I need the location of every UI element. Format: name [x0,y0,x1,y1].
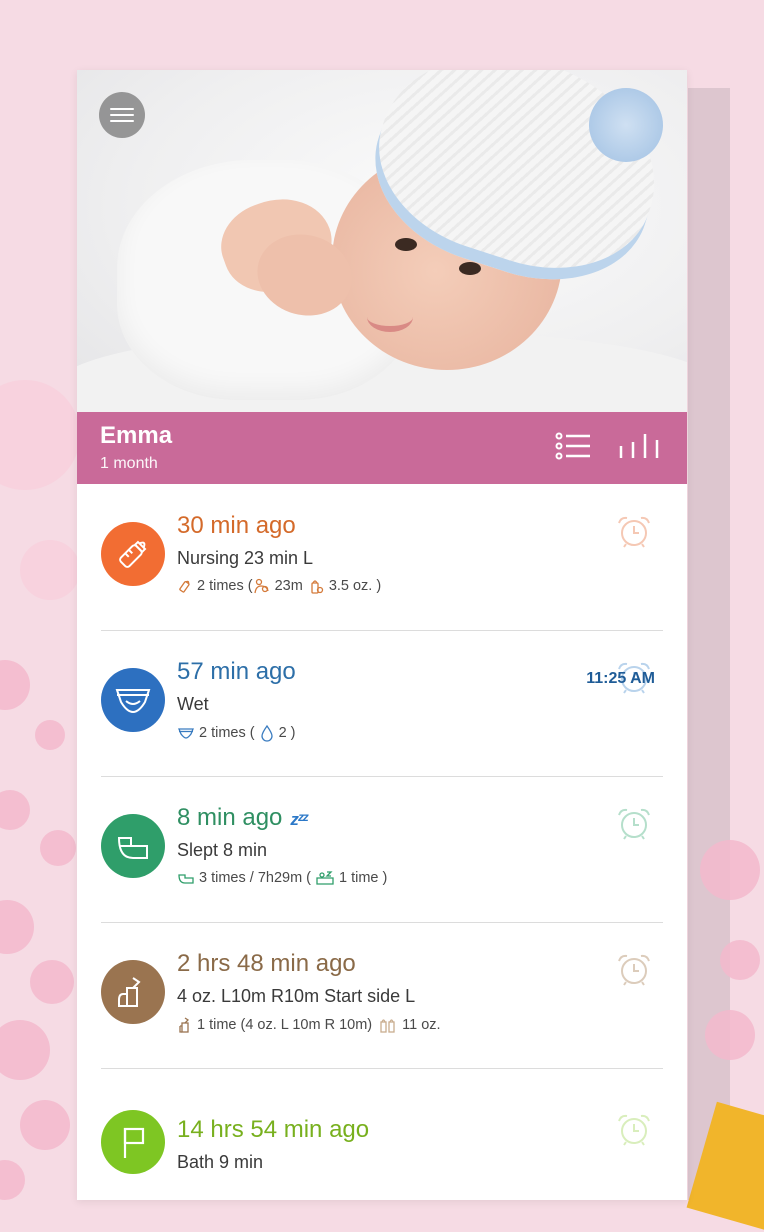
tracker-card: Emma 1 month 30 min ago Nursing 23 min L… [77,70,687,1200]
bottle-small-icon [179,580,190,593]
time-ago: 2 hrs 48 min ago [177,950,356,977]
bg-decoration [0,1160,25,1200]
baby-photo [77,70,687,412]
scheduled-time: 11:25 AM [586,670,655,687]
time-ago: 30 min ago [177,512,296,539]
nap-icon [316,871,334,885]
entry-description: Bath 9 min [177,1152,264,1172]
bar-chart-icon[interactable] [617,432,661,460]
bottle-icon [101,522,165,586]
entry-description: 4 oz. L10m R10m Start side L [177,986,416,1006]
time-ago: 57 min ago [177,658,296,685]
baby-name: Emma [100,422,173,449]
feed-count: 2 times ( [197,578,253,594]
baby-age: 1 month [100,455,158,472]
pump-small-icon [179,1017,190,1033]
activity-entry-nursing[interactable]: 30 min ago Nursing 23 min L 2 times ( 23… [101,484,663,631]
bg-decoration [0,790,30,830]
bg-decoration [40,830,76,866]
alarm-clock-icon[interactable] [615,514,653,548]
entry-stats: 2 times ( 23m 3.5 oz. ) [177,578,381,594]
time-ago-text: 8 min ago [177,804,283,831]
bottle-amount-icon [311,580,323,594]
bg-decoration [0,380,80,490]
alarm-clock-icon[interactable] [615,952,653,986]
bg-decoration [700,840,760,900]
activity-entry-bath[interactable]: 14 hrs 54 min ago Bath 9 min [101,1068,663,1200]
entry-description: Nursing 23 min L [177,548,314,568]
diaper-small-icon [178,728,194,739]
pump-count: 1 time (4 oz. L 10m R 10m) [197,1017,373,1033]
entry-description: Slept 8 min [177,840,268,860]
diaper-count: 2 times ( [199,725,255,741]
time-ago: 8 min ago zᶻᶻ [177,804,308,832]
list-icon[interactable] [555,432,591,460]
alarm-clock-icon[interactable] [615,806,653,840]
entry-stats: 2 times ( 2 ) [177,724,296,742]
wet-count: 2 ) [278,725,296,741]
bg-decoration [705,1010,755,1060]
bg-decoration [0,1020,50,1080]
activity-entry-sleep[interactable]: 8 min ago zᶻᶻ Slept 8 min 3 times / 7h29m… [101,776,663,923]
sleeping-zzz-icon: zᶻᶻ [290,810,308,829]
time-ago: 14 hrs 54 min ago [177,1116,370,1143]
bg-decoration [0,660,30,710]
activity-entry-diaper[interactable]: 57 min ago Wet 2 times ( 2 ) 11:25 AM [101,630,663,777]
bg-decoration [720,940,760,980]
bg-decoration [30,960,74,1004]
entry-stats: 1 time (4 oz. L 10m R 10m) 11 oz. [177,1016,441,1034]
pump-bottles-icon [380,1019,395,1033]
nap-count: 1 time ) [339,870,388,886]
bg-decoration [35,720,65,750]
activity-entry-pump[interactable]: 2 hrs 48 min ago 4 oz. L10m R10m Start s… [101,922,663,1069]
hamburger-menu-icon[interactable] [99,92,145,138]
diaper-icon [101,668,165,732]
bottle-amount: 3.5 oz. ) [328,578,382,594]
bg-decoration [0,900,34,954]
nursing-duration: 23m [274,578,303,594]
bg-decoration [20,540,80,600]
bg-decoration [20,1100,70,1150]
crib-small-icon [178,874,194,884]
flag-icon [101,1110,165,1174]
nursing-mother-icon [253,578,269,594]
entry-stats: 3 times / 7h29m ( 1 time ) [177,870,387,886]
entry-description: Wet [177,694,209,714]
crib-icon [101,814,165,878]
profile-bar: Emma 1 month [77,412,687,484]
alarm-clock-icon[interactable] [615,1112,653,1146]
sleep-count: 3 times / 7h29m ( [199,870,312,886]
pump-total: 11 oz. [402,1017,441,1033]
water-drop-icon [260,724,273,742]
breast-pump-icon [101,960,165,1024]
